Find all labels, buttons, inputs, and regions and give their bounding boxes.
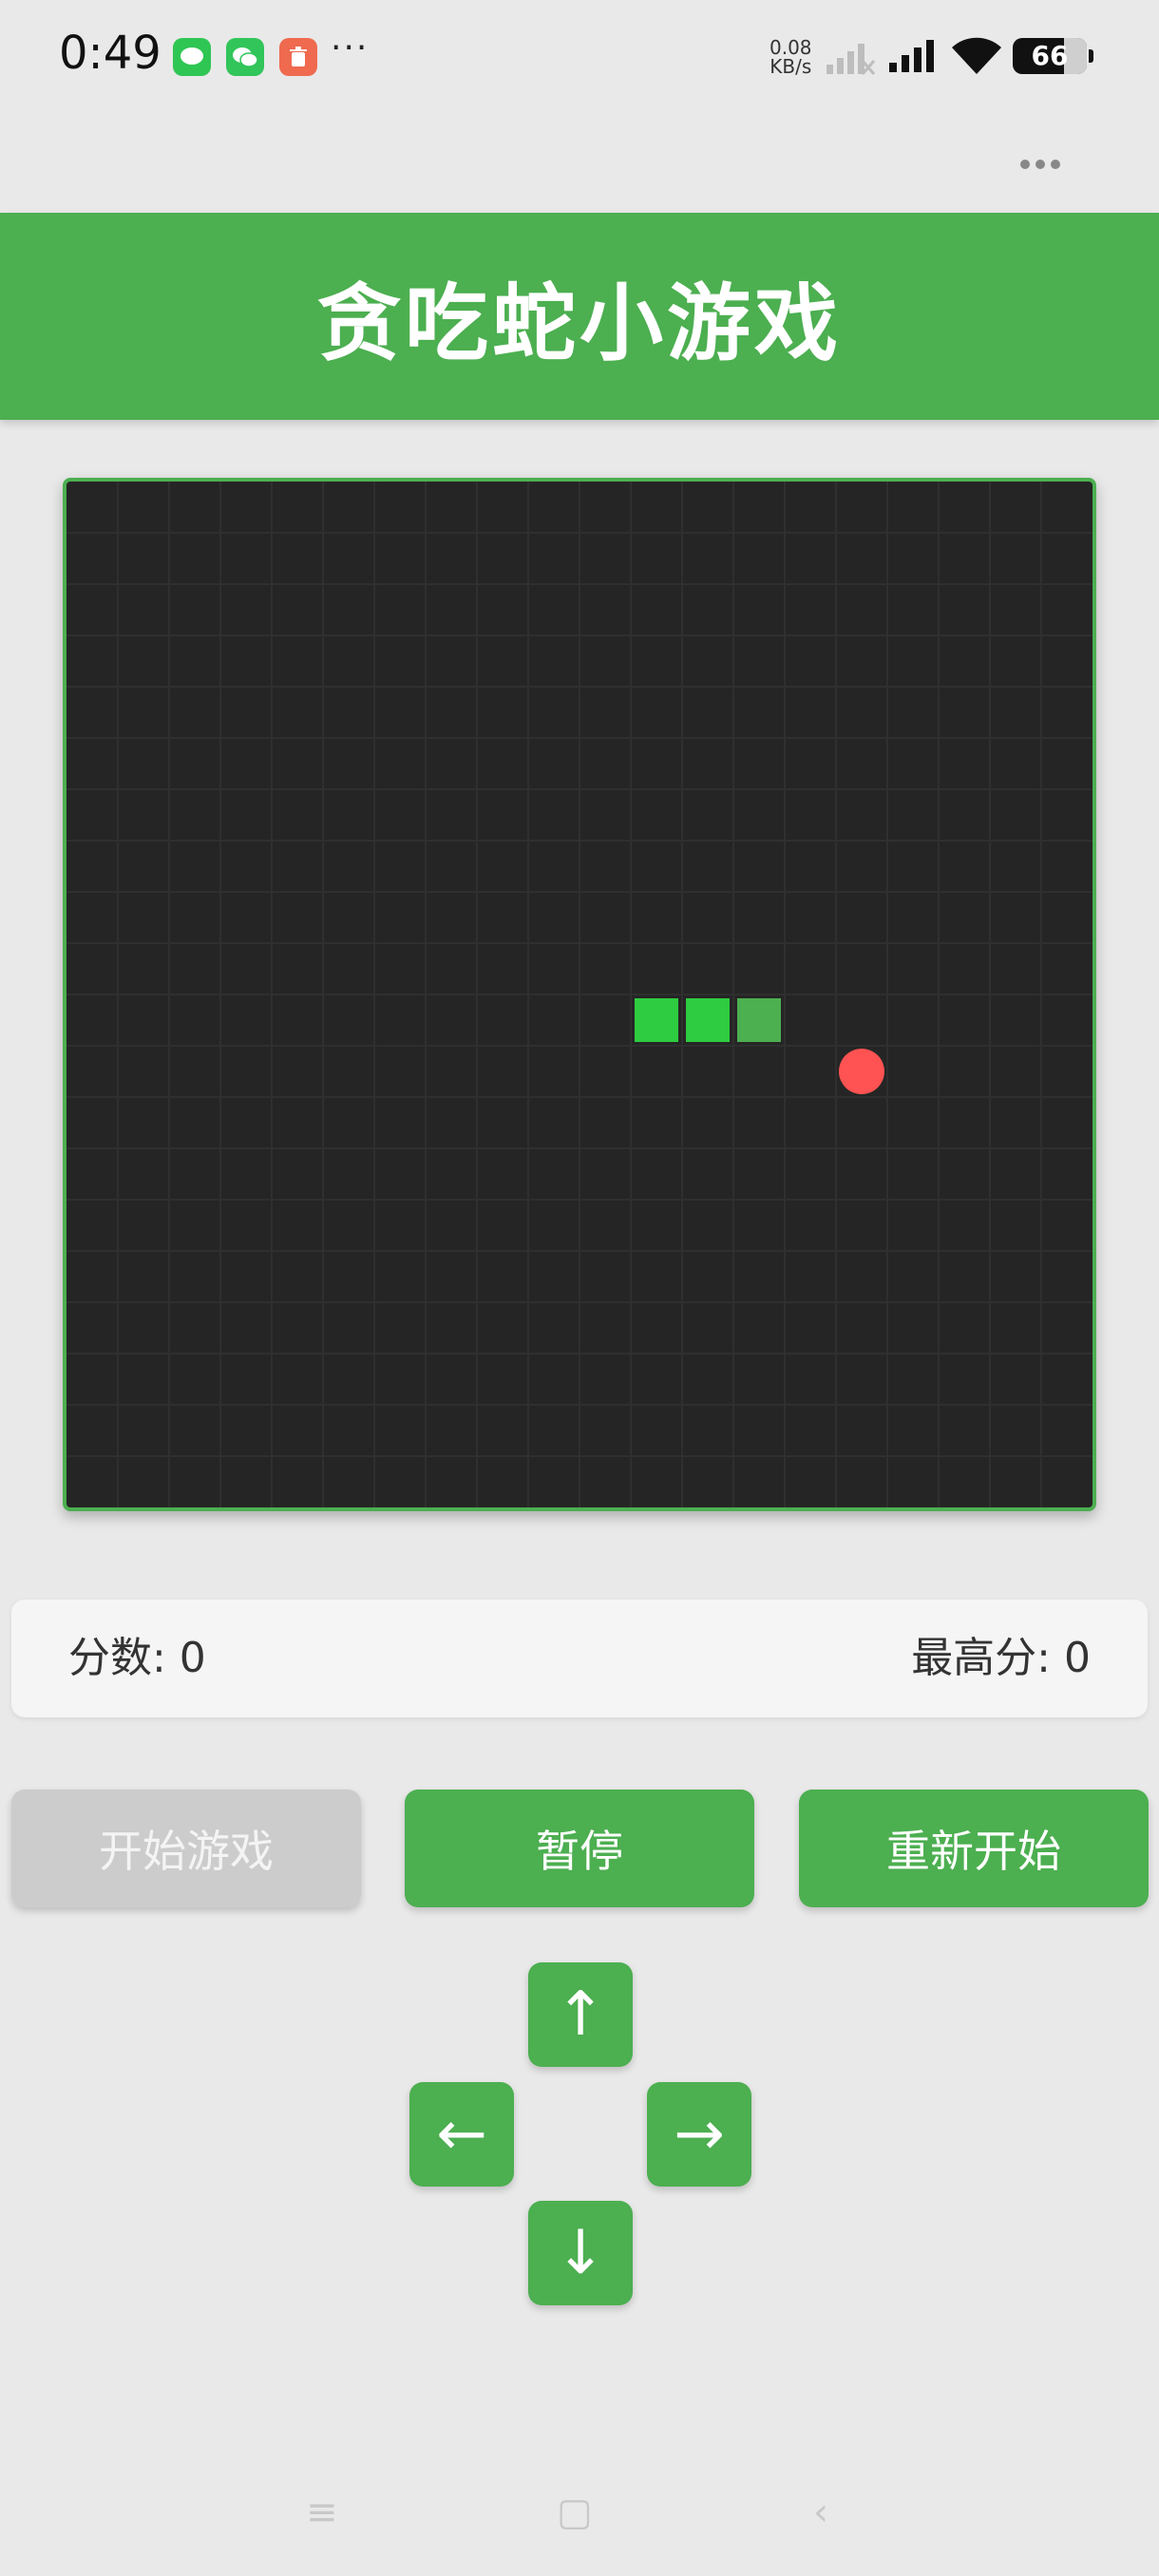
- trash-icon: [279, 38, 317, 76]
- left-arrow-button[interactable]: ←: [409, 2082, 514, 2187]
- board-canvas: [66, 482, 1092, 1507]
- home-icon[interactable]: ▢: [557, 2491, 593, 2534]
- snake-segment: [635, 998, 678, 1042]
- snake-segment: [686, 998, 730, 1042]
- wifi-icon: [952, 37, 1001, 74]
- pause-button[interactable]: 暂停: [405, 1790, 754, 1907]
- down-arrow-button[interactable]: ↓: [528, 2201, 633, 2305]
- food-item: [839, 1049, 884, 1094]
- app-header: 贪吃蛇小游戏: [0, 213, 1159, 420]
- more-dots-icon: ···: [331, 28, 370, 67]
- score-text: 分数: 0: [68, 1634, 206, 1682]
- restart-button[interactable]: 重新开始: [799, 1790, 1149, 1907]
- cellular-signal-icon: [889, 40, 934, 72]
- net-speed-value: 0.08: [770, 36, 812, 59]
- game-board[interactable]: [63, 478, 1096, 1511]
- menu-icon[interactable]: ≡: [306, 2491, 338, 2534]
- status-time: 0:49: [59, 27, 162, 80]
- back-icon[interactable]: ‹: [813, 2491, 828, 2534]
- overflow-menu-icon[interactable]: [1020, 150, 1068, 179]
- net-speed-unit: KB/s: [770, 55, 812, 78]
- battery-icon: 66: [1013, 38, 1093, 74]
- cellular-signal-icon: [826, 44, 876, 75]
- net-speed: 0.08 KB/s: [770, 38, 812, 76]
- snake-segment: [737, 998, 781, 1042]
- battery-level: 66: [1031, 40, 1069, 71]
- right-arrow-button[interactable]: →: [647, 2082, 751, 2187]
- message-icon: [173, 38, 211, 76]
- up-arrow-button[interactable]: ↑: [528, 1962, 633, 2067]
- wechat-icon: [226, 38, 264, 76]
- page-title: 贪吃蛇小游戏: [316, 274, 842, 372]
- start-game-button[interactable]: 开始游戏: [11, 1790, 361, 1907]
- status-bar: 0:49 ··· 0.08 KB/s 66: [0, 0, 1159, 114]
- score-panel: 分数: 0 最高分: 0: [11, 1600, 1148, 1717]
- high-score-text: 最高分: 0: [911, 1634, 1091, 1682]
- system-nav-bar: ≡ ▢ ‹: [0, 2470, 1159, 2546]
